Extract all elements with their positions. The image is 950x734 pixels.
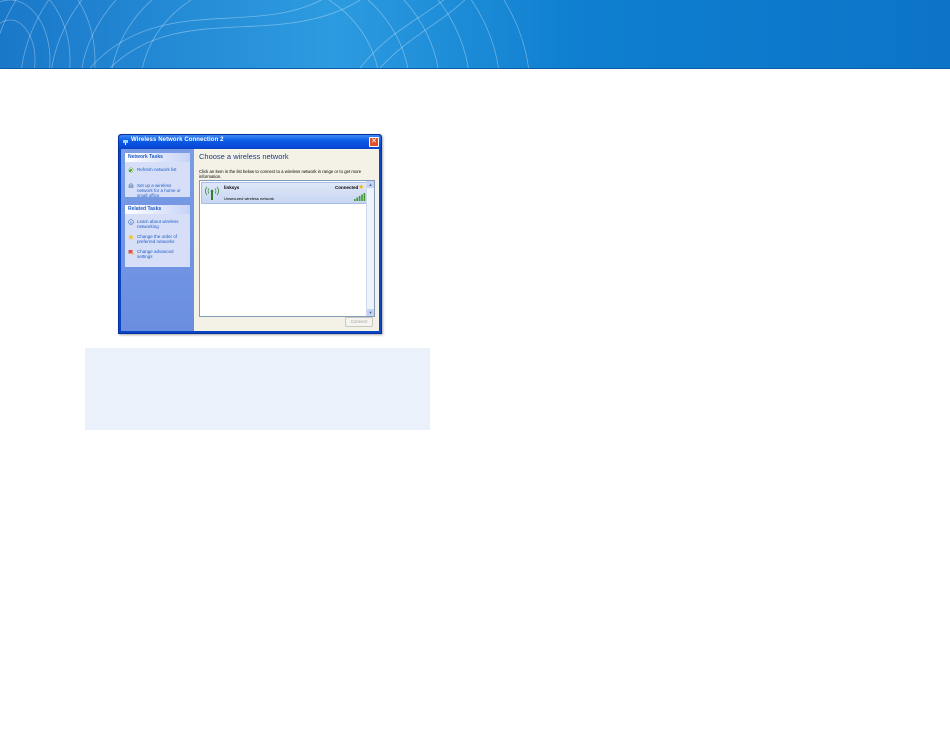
task-setup-wireless-network[interactable]: Set up a wireless network for a home or … bbox=[125, 181, 190, 200]
task-change-preferred-order[interactable]: Change the order of preferred networks bbox=[125, 232, 190, 246]
network-pane: Choose a wireless network Click an item … bbox=[194, 149, 379, 331]
settings-icon bbox=[128, 250, 134, 255]
task-label: Change advanced settings bbox=[137, 249, 174, 259]
related-tasks-box: Related Tasks Learn about wireless netwo… bbox=[125, 205, 190, 267]
header-banner bbox=[0, 0, 950, 69]
star-icon bbox=[128, 234, 134, 240]
related-tasks-header: Related Tasks bbox=[125, 205, 190, 214]
signal-strength-icon bbox=[354, 193, 366, 201]
security-status: Unsecured wireless network bbox=[224, 196, 275, 201]
instructions-text: Click an item in the list below to conne… bbox=[199, 169, 362, 179]
network-tasks-header: Network Tasks bbox=[125, 153, 190, 162]
connection-status: Connected bbox=[335, 185, 359, 190]
network-list: linksys Connected ★ Unsecured wireless n… bbox=[199, 180, 375, 317]
task-label: Set up a wireless network for a home or … bbox=[137, 183, 181, 198]
pane-heading: Choose a wireless network bbox=[199, 152, 289, 161]
window-titlebar: Wireless Network Connection 2 ✕ bbox=[119, 135, 381, 148]
task-label: Learn about wireless networking bbox=[137, 219, 179, 229]
task-pane: Network Tasks Refresh network list Set u… bbox=[121, 149, 194, 331]
network-icon bbox=[123, 140, 128, 145]
refresh-icon bbox=[128, 167, 134, 173]
task-learn-wireless[interactable]: Learn about wireless networking bbox=[125, 217, 190, 231]
network-name: linksys bbox=[224, 185, 240, 190]
wireless-connection-window: Wireless Network Connection 2 ✕ Network … bbox=[118, 134, 382, 334]
task-change-advanced-settings[interactable]: Change advanced settings bbox=[125, 247, 190, 261]
network-tasks-box: Network Tasks Refresh network list Set u… bbox=[125, 153, 190, 200]
close-icon: ✕ bbox=[371, 138, 377, 145]
info-icon bbox=[128, 219, 134, 225]
banner-wave-graphic bbox=[0, 0, 529, 68]
close-button[interactable]: ✕ bbox=[369, 137, 379, 147]
task-refresh-network-list[interactable]: Refresh network list bbox=[125, 165, 190, 177]
wireless-antenna-icon bbox=[205, 186, 219, 200]
scroll-down-icon[interactable]: ▼ bbox=[367, 309, 374, 316]
network-item[interactable]: linksys Connected ★ Unsecured wireless n… bbox=[201, 182, 367, 204]
window-title: Wireless Network Connection 2 bbox=[131, 137, 224, 143]
network-list-scrollbar[interactable]: ▲ ▼ bbox=[366, 181, 374, 316]
connect-button[interactable]: Connect bbox=[345, 317, 373, 327]
window-client-area: Network Tasks Refresh network list Set u… bbox=[121, 149, 379, 331]
scroll-up-icon[interactable]: ▲ bbox=[367, 181, 374, 188]
setup-wireless-icon bbox=[128, 183, 134, 188]
task-label: Refresh network list bbox=[137, 167, 177, 172]
preferred-star-icon: ★ bbox=[358, 184, 365, 191]
task-label: Change the order of preferred networks bbox=[137, 234, 178, 244]
note-panel bbox=[85, 348, 430, 430]
